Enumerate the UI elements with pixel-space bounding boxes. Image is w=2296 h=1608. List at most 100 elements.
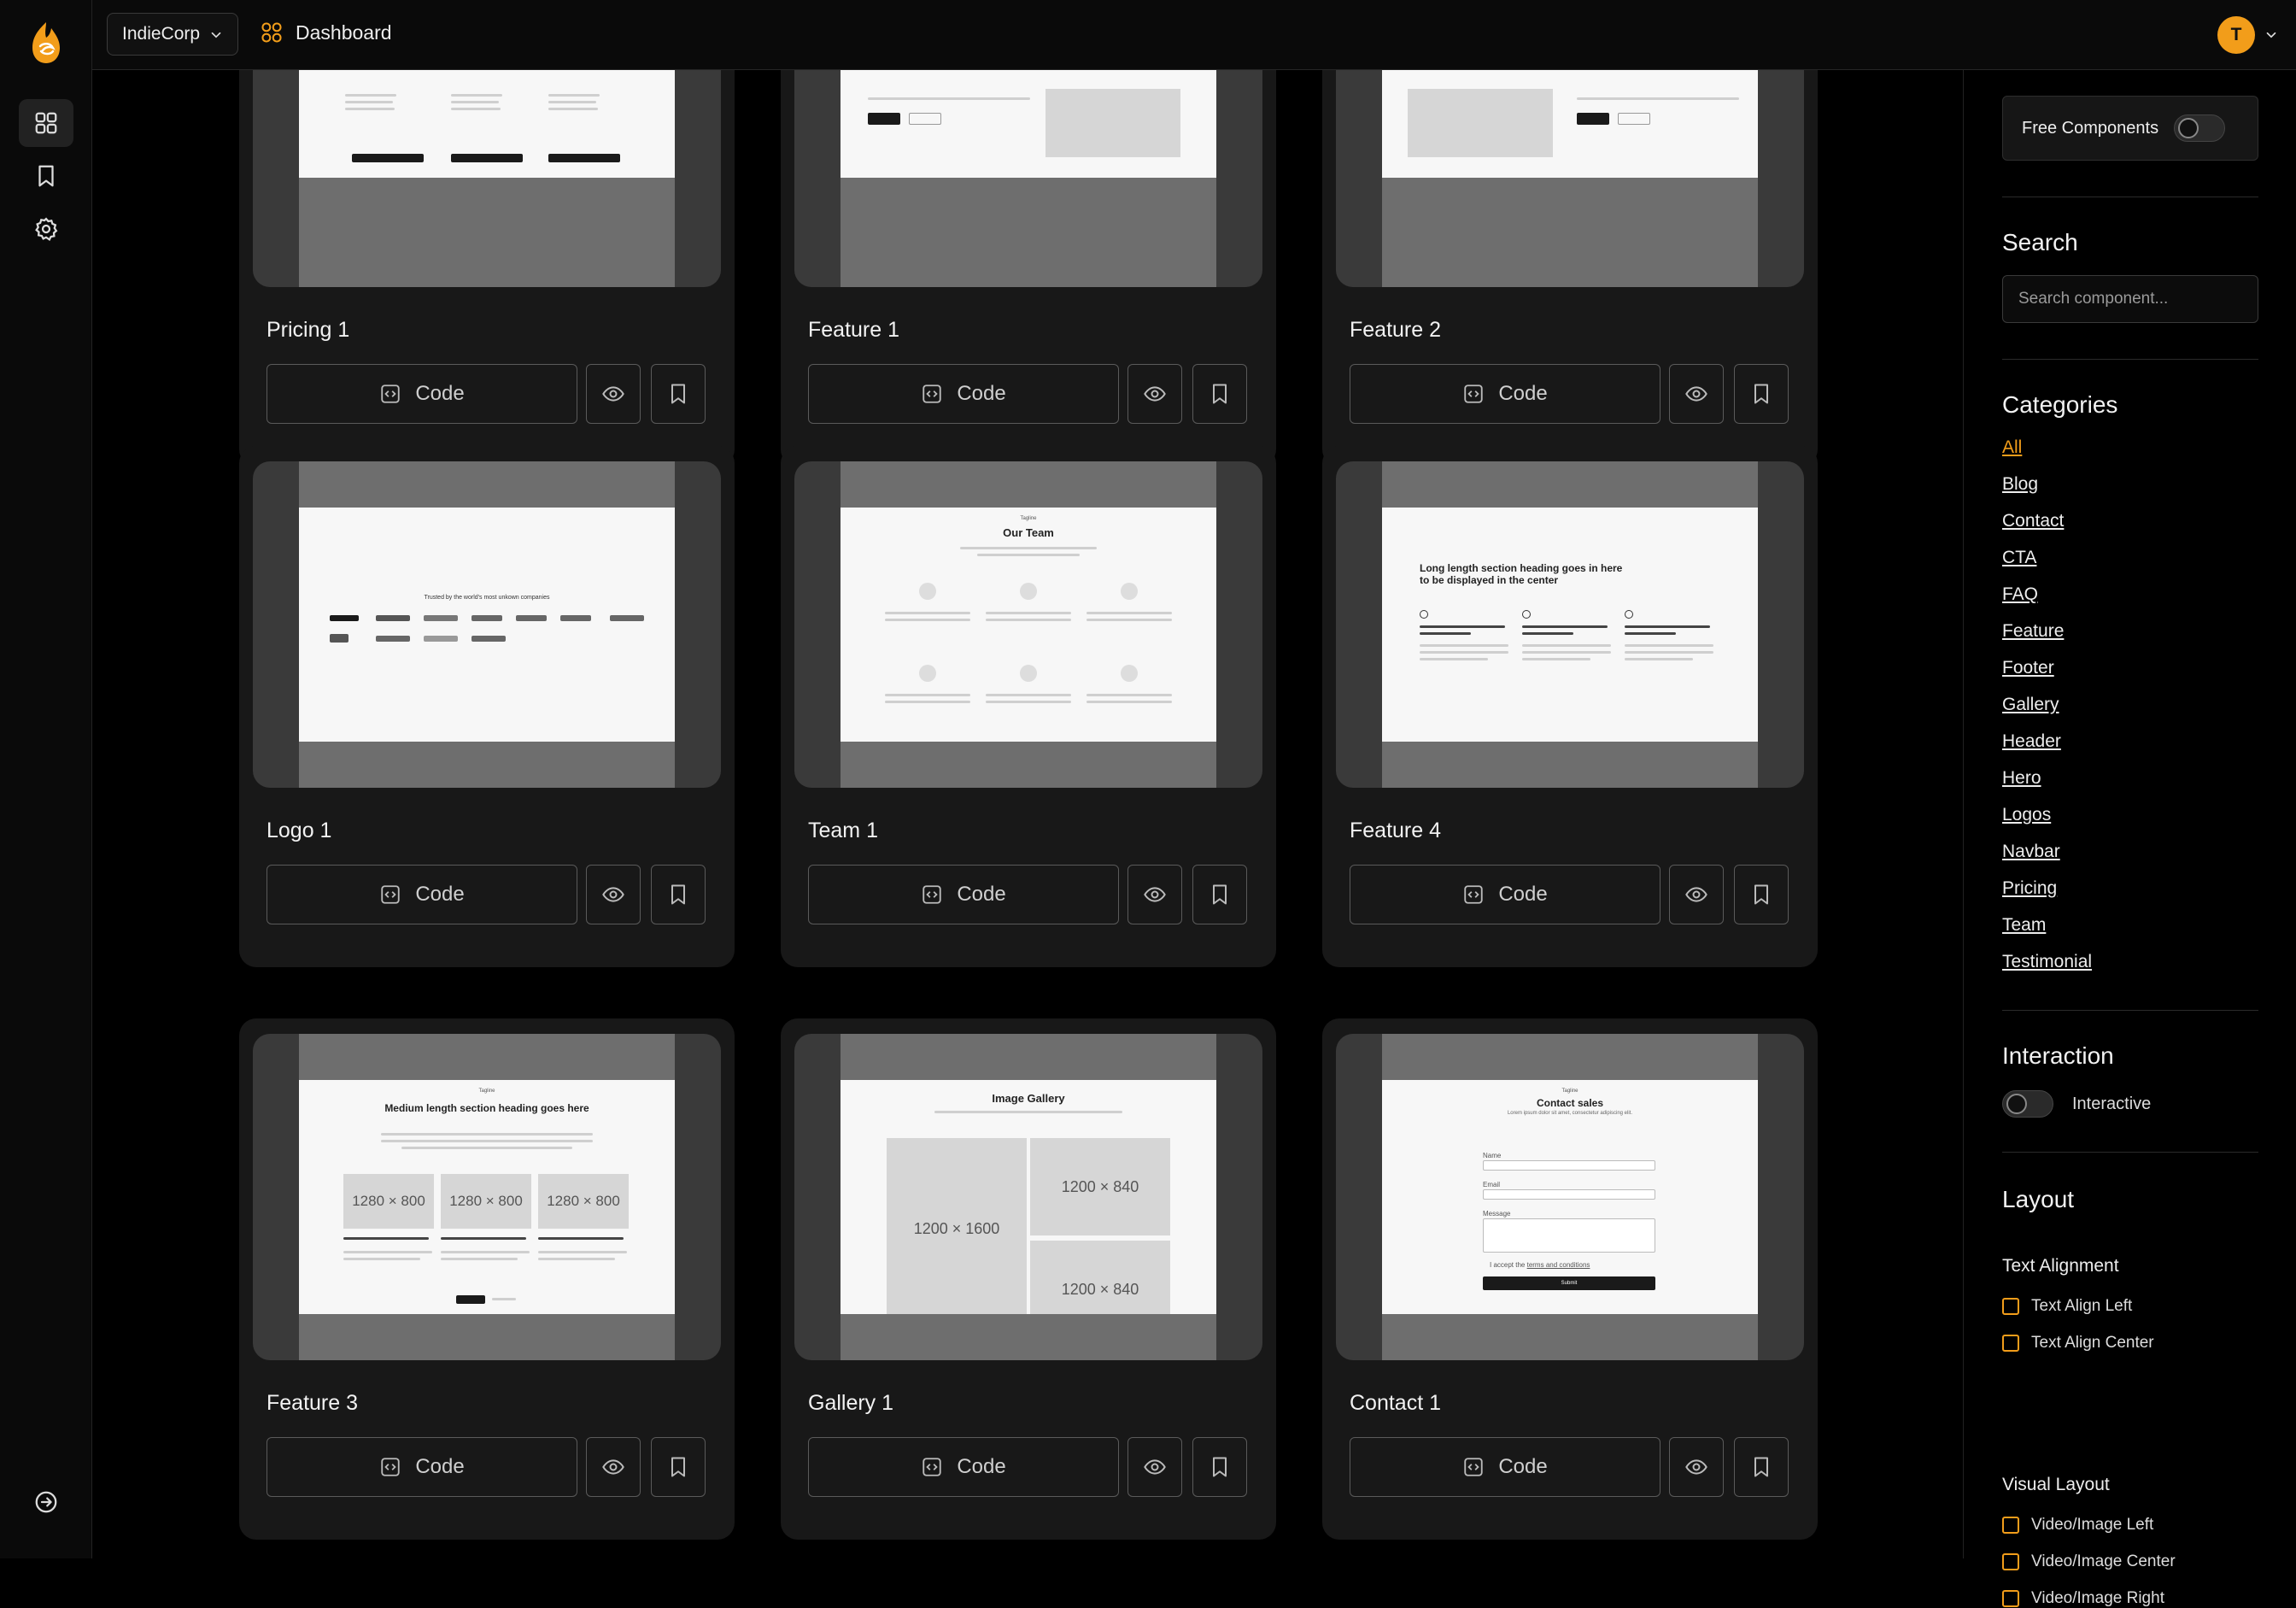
code-button-label: Code: [957, 883, 1006, 906]
component-preview[interactable]: Image Gallery 1200 × 1600 1200 × 840 120…: [794, 1034, 1262, 1360]
component-preview[interactable]: [1336, 70, 1804, 287]
component-card: Image Gallery 1200 × 1600 1200 × 840 120…: [781, 1018, 1276, 1540]
checkbox[interactable]: [2002, 1590, 2019, 1607]
image-placeholder: 1200 × 840: [1030, 1241, 1170, 1314]
preview-button[interactable]: [586, 1437, 641, 1497]
component-preview[interactable]: Trusted by the world's most unkown compa…: [253, 461, 721, 788]
preview-button[interactable]: [586, 865, 641, 924]
card-title: Team 1: [808, 819, 878, 842]
avatar[interactable]: T: [2217, 16, 2255, 54]
category-team[interactable]: Team: [2002, 915, 2046, 936]
component-preview[interactable]: Long length section heading goes in here…: [1336, 461, 1804, 788]
category-navbar[interactable]: Navbar: [2002, 842, 2060, 862]
card-title: Contact 1: [1350, 1391, 1442, 1415]
category-blog[interactable]: Blog: [2002, 474, 2038, 495]
category-contact[interactable]: Contact: [2002, 511, 2064, 531]
nav-bookmarks-button[interactable]: [19, 152, 73, 200]
code-button[interactable]: Code: [808, 1437, 1119, 1497]
grid-icon: [261, 22, 282, 43]
chevron-down-icon: [211, 32, 221, 38]
preview-button[interactable]: [1128, 1437, 1182, 1497]
category-logos[interactable]: Logos: [2002, 805, 2051, 825]
preview-button[interactable]: [1128, 865, 1182, 924]
card-title: Feature 4: [1350, 819, 1442, 842]
bookmark-button[interactable]: [1734, 364, 1789, 424]
bookmark-button[interactable]: [651, 1437, 706, 1497]
code-button[interactable]: Code: [1350, 364, 1660, 424]
code-button[interactable]: Code: [266, 865, 577, 924]
category-hero[interactable]: Hero: [2002, 768, 2041, 789]
code-icon: [922, 885, 941, 904]
component-preview[interactable]: Tagline Contact sales Lorem ipsum dolor …: [1336, 1034, 1804, 1360]
preview-button[interactable]: [1669, 865, 1724, 924]
category-header[interactable]: Header: [2002, 731, 2061, 752]
code-button[interactable]: Code: [266, 1437, 577, 1497]
video-image-right-option[interactable]: Video/Image Right: [2002, 1589, 2164, 1608]
breadcrumb: Dashboard: [260, 21, 392, 44]
code-button[interactable]: Code: [266, 364, 577, 424]
component-card: Feature 2 Code: [1322, 70, 1818, 467]
category-cta[interactable]: CTA: [2002, 548, 2036, 568]
component-preview[interactable]: [794, 70, 1262, 287]
bookmark-button[interactable]: [651, 364, 706, 424]
bookmark-icon: [1213, 384, 1227, 404]
checkbox[interactable]: [2002, 1553, 2019, 1570]
categories-heading: Categories: [2002, 391, 2118, 418]
submit-button: Submit: [1483, 1276, 1655, 1290]
preview-button[interactable]: [1128, 364, 1182, 424]
video-image-left-option[interactable]: Video/Image Left: [2002, 1516, 2153, 1535]
bookmark-button[interactable]: [651, 865, 706, 924]
code-button-label: Code: [957, 1455, 1006, 1478]
video-image-center-option[interactable]: Video/Image Center: [2002, 1552, 2176, 1571]
interactive-label: Interactive: [2072, 1094, 2152, 1113]
search-input[interactable]: [2002, 275, 2258, 323]
code-button-label: Code: [1498, 883, 1548, 906]
preview-button[interactable]: [1669, 364, 1724, 424]
text-align-left-option[interactable]: Text Align Left: [2002, 1297, 2132, 1316]
bookmark-button[interactable]: [1734, 865, 1789, 924]
bookmark-button[interactable]: [1192, 364, 1247, 424]
category-testimonial[interactable]: Testimonial: [2002, 952, 2092, 972]
code-button[interactable]: Code: [1350, 1437, 1660, 1497]
component-preview[interactable]: [253, 70, 721, 287]
free-components-toggle[interactable]: [2174, 114, 2225, 142]
category-gallery[interactable]: Gallery: [2002, 695, 2059, 715]
preview-heading: Our Team: [1003, 526, 1054, 539]
checkbox[interactable]: [2002, 1298, 2019, 1315]
category-feature[interactable]: Feature: [2002, 621, 2064, 642]
category-faq[interactable]: FAQ: [2002, 584, 2038, 605]
code-button[interactable]: Code: [1350, 865, 1660, 924]
nav-dashboard-button[interactable]: [19, 99, 73, 147]
bookmark-button[interactable]: [1192, 865, 1247, 924]
preview-button[interactable]: [1669, 1437, 1724, 1497]
option-label: Video/Image Right: [2031, 1589, 2164, 1607]
category-pricing[interactable]: Pricing: [2002, 878, 2057, 899]
sidebar-rail: [0, 0, 92, 1558]
bookmark-button[interactable]: [1192, 1437, 1247, 1497]
category-footer[interactable]: Footer: [2002, 658, 2054, 678]
component-card: Tagline Contact sales Lorem ipsum dolor …: [1322, 1018, 1818, 1540]
code-button[interactable]: Code: [808, 364, 1119, 424]
chevron-down-icon[interactable]: [2264, 27, 2279, 43]
component-preview[interactable]: Tagline Medium length section heading go…: [253, 1034, 721, 1360]
bookmark-button[interactable]: [1734, 1437, 1789, 1497]
logo-icon[interactable]: [27, 21, 65, 65]
preview-button[interactable]: [586, 364, 641, 424]
org-name: IndieCorp: [122, 24, 201, 44]
bookmark-icon: [671, 1457, 685, 1477]
search-heading: Search: [2002, 229, 2078, 255]
text-align-center-option[interactable]: Text Align Center: [2002, 1334, 2154, 1353]
card-title: Feature 3: [266, 1391, 359, 1415]
eye-icon: [1144, 1459, 1166, 1475]
org-select[interactable]: IndieCorp: [107, 13, 238, 56]
category-all[interactable]: All: [2002, 437, 2022, 458]
checkbox[interactable]: [2002, 1335, 2019, 1352]
image-placeholder: 1200 × 840: [1030, 1138, 1170, 1235]
component-card: Trusted by the world's most unkown compa…: [239, 446, 735, 967]
logout-button[interactable]: [19, 1478, 73, 1526]
code-button[interactable]: Code: [808, 865, 1119, 924]
component-preview[interactable]: Tagline Our Team: [794, 461, 1262, 788]
interactive-toggle[interactable]: [2002, 1090, 2053, 1118]
nav-settings-button[interactable]: [19, 205, 73, 253]
checkbox[interactable]: [2002, 1517, 2019, 1534]
